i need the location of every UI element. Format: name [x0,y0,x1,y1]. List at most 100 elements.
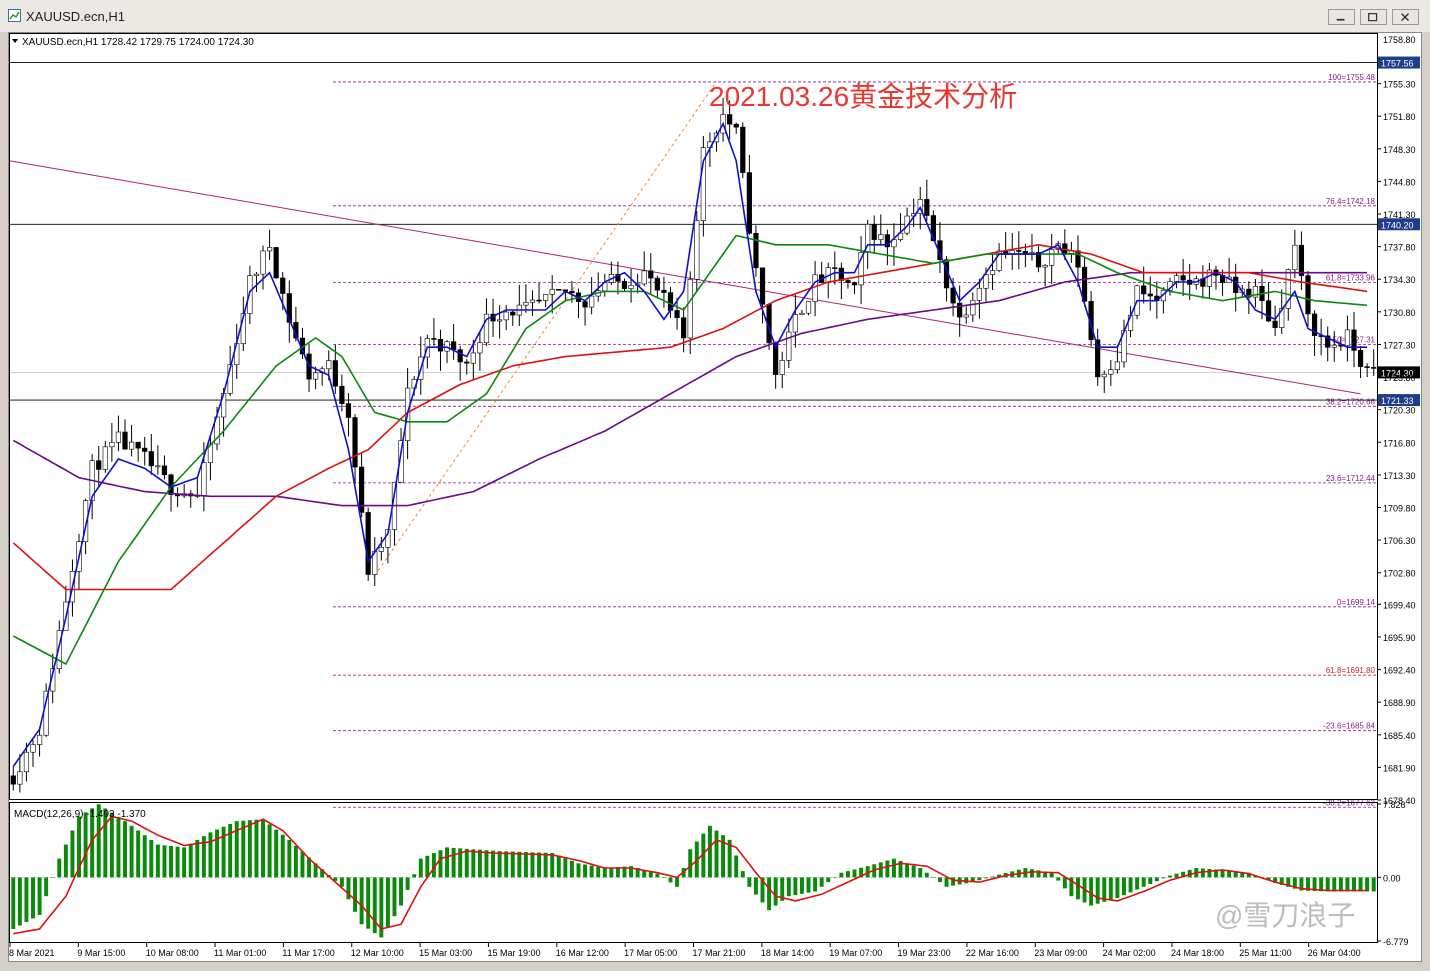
y-tick-label: 1734.30 [1383,275,1416,285]
fib-level-label: 38.2=1720.66 [1326,397,1376,406]
macd-histogram-bar [799,877,804,894]
candle-body [155,465,161,468]
macd-histogram-bar [905,863,910,878]
candle-body [983,274,989,289]
candle-body [115,431,122,443]
macd-histogram-bar [287,839,292,878]
candle-body [503,311,509,321]
candle-body [957,302,963,318]
x-tick-label: 22 Mar 16:00 [966,948,1019,958]
macd-histogram-bar [767,877,772,911]
y-tick-label: 1748.30 [1383,145,1416,155]
x-tick-label: 19 Mar 23:00 [898,948,951,958]
candle-body [142,447,148,452]
candle-body [549,289,555,295]
macd-histogram-bar [254,819,259,878]
macd-histogram-bar [392,877,397,917]
candle-body [273,247,279,279]
candle-body [589,295,595,308]
candle-body [976,287,982,301]
y-tick-label: 1741.30 [1383,210,1416,220]
restore-button[interactable] [1360,9,1387,25]
x-tick-label: 10 Mar 08:00 [146,948,199,958]
x-tick-label: 8 Mar 2021 [9,948,55,958]
candle-body [352,417,358,468]
macd-histogram-bar [543,852,548,878]
candle-body [464,361,470,364]
candle-body [753,233,759,269]
macd-histogram-bar [471,849,476,878]
x-tick-label: 17 Mar 05:00 [624,948,677,958]
macd-histogram-bar [977,877,982,881]
x-tick-label: 11 Mar 01:00 [214,948,266,958]
moving-averages [12,121,1368,767]
x-tick-label: 23 Mar 09:00 [1034,948,1087,958]
macd-histogram-bar [418,858,423,878]
macd-histogram-bar [563,858,568,878]
y-tick-label: 1744.80 [1383,177,1416,187]
fib-level-label: -23.6=1685.84 [1323,722,1375,731]
macd-histogram-bar [221,826,226,878]
candle-body [970,299,976,316]
candle-body [687,279,693,339]
macd-histogram-bar [596,866,601,878]
candle-body [746,172,752,234]
candle-body [871,223,877,240]
candle-body [681,317,687,339]
macd-histogram-bar [1141,877,1146,887]
macd-histogram-bar [1168,875,1172,878]
header-dropdown-icon[interactable] [12,39,18,43]
candle-body [674,310,680,318]
candle-body [569,290,575,294]
candle-body [812,274,818,302]
x-tick-label: 9 Mar 15:00 [77,948,125,958]
chart-window[interactable]: 100=1755.4876.4=1742.1861.8=1733.9650=17… [8,32,1422,962]
macd-histogram-bar [70,830,75,878]
macd-histogram-bar [1332,877,1337,892]
macd-histogram-bar [123,821,127,878]
y-tick-label: 1716.80 [1383,438,1416,448]
macd-histogram-bar [1207,868,1212,878]
macd-histogram-bar [1075,877,1080,900]
candle-body [1357,350,1364,367]
candle-body [648,270,654,279]
macd-histogram-bar [37,877,42,915]
x-tick-label: 18 Mar 14:00 [761,948,814,958]
candle-body [543,294,549,301]
price-chart[interactable]: 100=1755.4876.4=1742.1861.8=1733.9650=17… [9,33,1421,961]
macd-histogram-bar [885,860,890,878]
minimize-button[interactable] [1328,9,1355,25]
candle-body [621,280,628,289]
y-tick-label: 1702.80 [1383,569,1416,579]
y-tick-label: 1688.90 [1383,698,1416,708]
macd-histogram-bar [372,877,377,934]
macd-histogram-bar [1122,877,1126,896]
candle-body [727,114,733,125]
macd-histogram-bar [208,832,213,878]
candle-body [326,360,332,370]
macd-histogram-bar [878,862,883,878]
candle-body [128,441,135,450]
close-button[interactable] [1392,9,1419,25]
candle-body [36,734,43,745]
candle-body [431,338,437,340]
y-tick-label: 1737.80 [1383,243,1416,253]
macd-histogram-bar [1220,869,1225,878]
macd-histogram-bar [399,877,404,906]
candle-body [201,462,207,496]
candle-body [17,771,23,785]
y-tick-label: 1751.80 [1383,112,1416,122]
candle-body [470,352,476,364]
macd-histogram-bar [24,877,29,922]
macd-histogram-bar [530,852,535,878]
candle-body [260,250,266,275]
macd-histogram-bar [17,877,22,926]
candle-body [1016,250,1022,252]
candle-body [1101,373,1107,378]
candle-body [1141,285,1147,295]
macd-histogram-bar [648,871,653,878]
price-tag-label: 1721.33 [1381,396,1414,406]
macd-histogram-bar [1148,877,1153,884]
candle-body [122,431,128,450]
macd-histogram-bar [353,877,358,912]
